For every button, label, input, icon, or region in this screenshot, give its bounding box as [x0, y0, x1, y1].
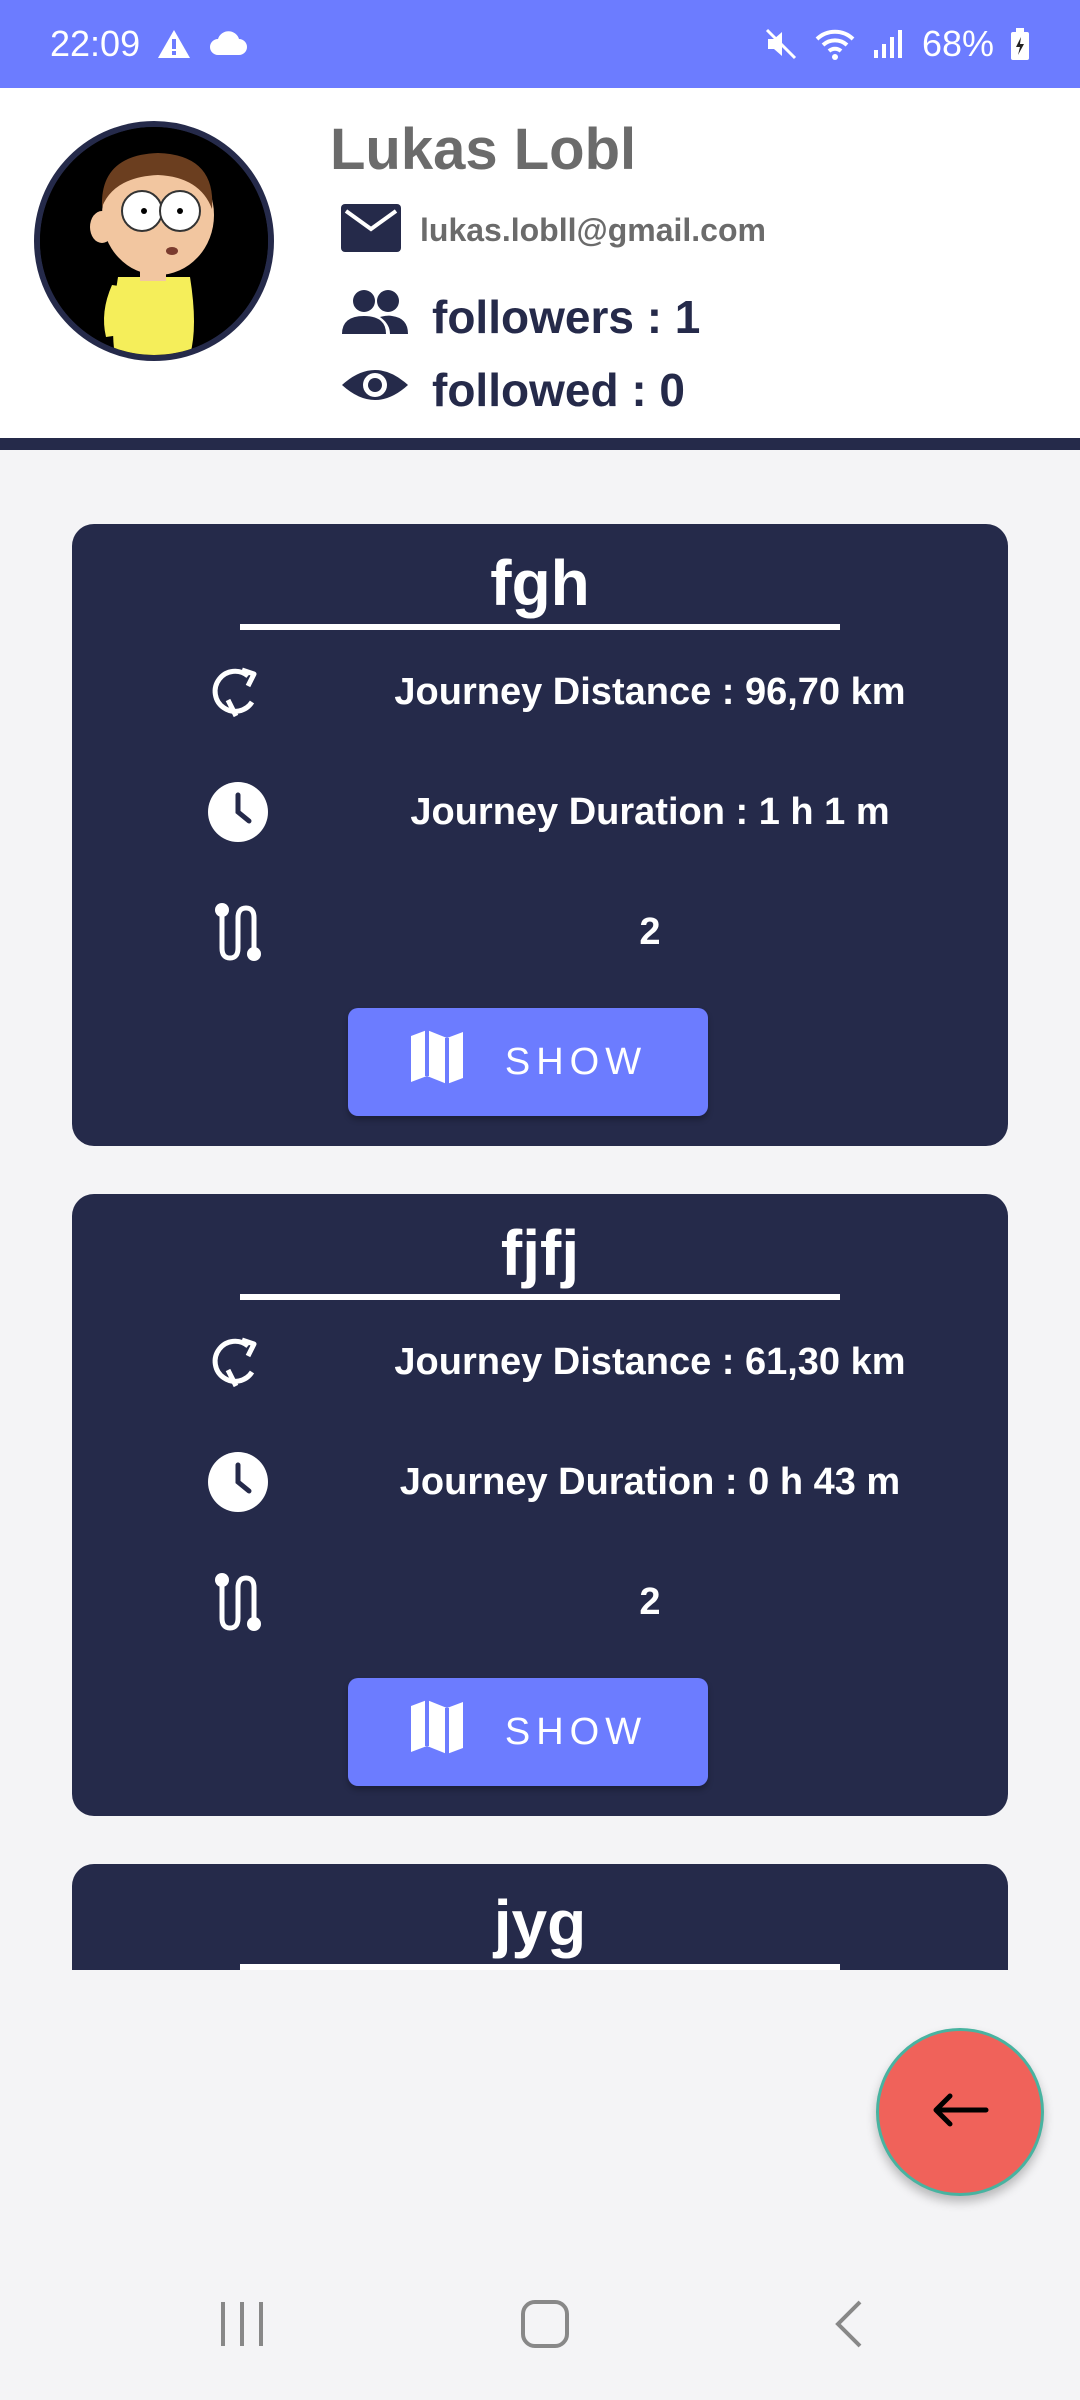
journey-list[interactable]: fgh Journey Distance : 96,70 km Journey … [0, 462, 1080, 1970]
status-time: 22:09 [50, 23, 141, 64]
distance-row: Journey Distance : 61,30 km [72, 1322, 1008, 1402]
distance-row: Journey Distance : 96,70 km [72, 652, 1008, 732]
journey-title: jyg [493, 1887, 587, 1959]
duration-row: Journey Duration : 0 h 43 m [72, 1442, 1008, 1522]
home-button[interactable] [505, 2286, 585, 2366]
arrow-left-icon [930, 2090, 990, 2135]
journey-card: jyg [72, 1864, 1008, 1970]
recent-apps-button[interactable] [202, 2286, 282, 2366]
duration-row: Journey Duration : 1 h 1 m [72, 772, 1008, 852]
journey-card: fjfj Journey Distance : 61,30 km Journey… [72, 1194, 1008, 1816]
chevron-left-icon [830, 2298, 866, 2355]
profile-header: Lukas Lobl lukas.lobll@gmail.com followe… [0, 88, 1080, 450]
recent-apps-icon [217, 2300, 267, 2353]
show-button-label: SHOW [504, 1710, 648, 1753]
back-button[interactable] [808, 2286, 888, 2366]
battery-percent: 68% [921, 23, 994, 64]
people-icon [340, 288, 410, 347]
wifi-icon [814, 27, 856, 61]
user-email: lukas.lobll@gmail.com [420, 211, 766, 248]
steps-row: 2 [72, 1562, 1008, 1642]
signal-icon [872, 28, 906, 60]
status-left: 22:09 [50, 23, 248, 65]
journey-title: fgh [490, 547, 590, 619]
back-fab-button[interactable] [876, 2028, 1044, 2196]
divider [240, 1294, 840, 1300]
system-nav-bar [0, 2248, 1080, 2400]
battery-icon [1010, 27, 1030, 61]
home-icon [519, 2298, 571, 2355]
eye-icon [340, 361, 410, 420]
journey-duration: Journey Duration : 1 h 1 m [410, 790, 890, 833]
email-row: lukas.lobll@gmail.com [340, 200, 766, 260]
show-button-label: SHOW [504, 1040, 648, 1083]
show-map-button[interactable]: SHOW [348, 1008, 708, 1116]
mute-icon [764, 27, 798, 61]
followed-row: followed : 0 [340, 358, 685, 422]
user-name: Lukas Lobl [330, 117, 637, 182]
journey-distance: Journey Distance : 61,30 km [394, 1340, 906, 1383]
journey-steps: 2 [639, 1580, 661, 1623]
avatar [34, 121, 274, 361]
status-bar: 22:09 68% [0, 0, 1080, 88]
divider [240, 624, 840, 630]
steps-row: 2 [72, 892, 1008, 972]
show-map-button[interactable]: SHOW [348, 1678, 708, 1786]
journey-steps: 2 [639, 910, 661, 953]
followed-count: followed : 0 [432, 364, 685, 416]
journey-distance: Journey Distance : 96,70 km [394, 670, 906, 713]
warning-icon [156, 28, 192, 60]
followers-row: followers : 1 [340, 285, 700, 349]
journey-title: fjfj [500, 1217, 580, 1289]
mail-icon [340, 203, 402, 258]
map-icon [409, 1028, 465, 1096]
status-right: 68% [764, 23, 1030, 65]
divider [240, 1964, 840, 1970]
followers-count: followers : 1 [432, 291, 701, 343]
journey-duration: Journey Duration : 0 h 43 m [399, 1460, 901, 1503]
journey-card: fgh Journey Distance : 96,70 km Journey … [72, 524, 1008, 1146]
cloud-icon [208, 31, 248, 57]
map-icon [409, 1698, 465, 1766]
